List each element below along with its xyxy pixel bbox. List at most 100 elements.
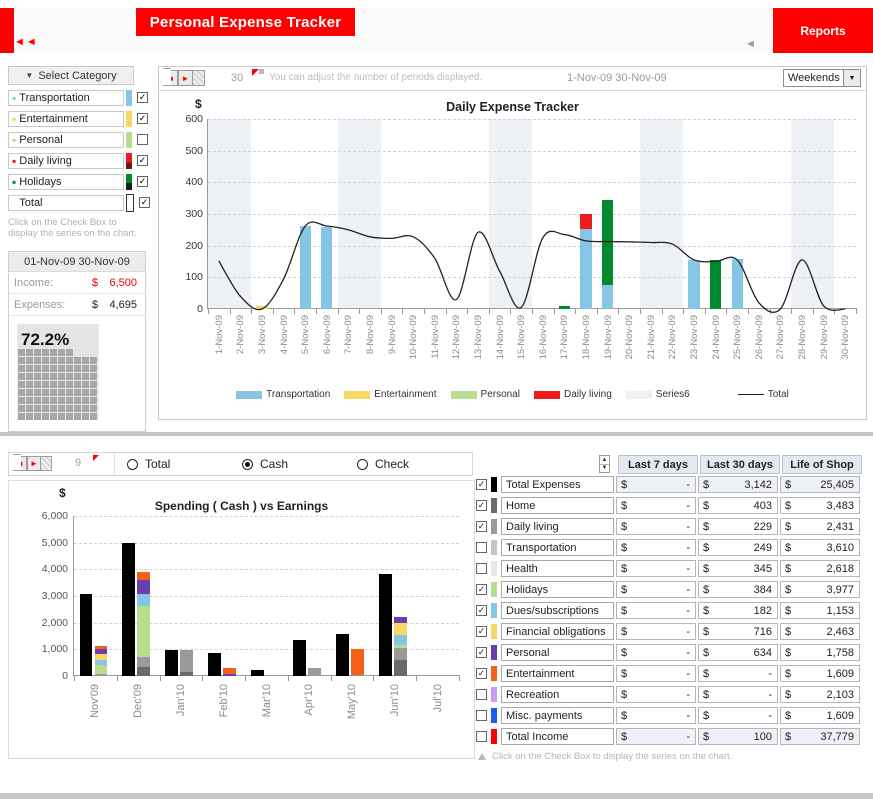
stepper-handle[interactable]: [13, 454, 21, 471]
table-row[interactable]: Recreation $ - $ - $2,103: [476, 684, 866, 705]
cell-life-of-shop: $37,779: [780, 728, 860, 745]
right-arrow-icon[interactable]: ►: [27, 456, 41, 471]
category-name-field[interactable]: ▪ Total: [8, 194, 124, 211]
row-scroll-spinner[interactable]: ▲ ▼: [599, 455, 610, 473]
row-label-field[interactable]: Transportation: [501, 539, 614, 556]
category-checkbox[interactable]: ✓: [139, 197, 150, 208]
down-arrow-icon[interactable]: ▼: [600, 465, 609, 473]
radio-check[interactable]: Check: [345, 457, 460, 471]
category-name-field[interactable]: ▪ Holidays: [8, 173, 124, 190]
bottom-periods-stepper[interactable]: ◄ ►: [13, 454, 52, 471]
radio-icon[interactable]: [127, 458, 138, 470]
reports-button[interactable]: Reports: [773, 8, 873, 53]
category-row[interactable]: ▪ Entertainment ✓: [8, 109, 153, 128]
cell-value: -: [686, 583, 690, 596]
row-checkbox[interactable]: [476, 542, 487, 553]
category-row[interactable]: ▪ Total ✓: [8, 193, 153, 212]
table-row[interactable]: Health $ - $345 $2,618: [476, 558, 866, 579]
category-checkbox[interactable]: [137, 134, 148, 145]
category-row[interactable]: ▪ Holidays ✓: [8, 172, 153, 191]
table-row[interactable]: Misc. payments $ - $ - $1,609: [476, 705, 866, 726]
row-label-field[interactable]: Misc. payments: [501, 707, 614, 724]
select-category-dropdown[interactable]: ▼ Select Category: [8, 66, 134, 85]
row-checkbox[interactable]: [476, 689, 487, 700]
category-label: Total: [19, 196, 43, 209]
row-checkbox[interactable]: ✓: [476, 626, 487, 637]
row-label-field[interactable]: Health: [501, 560, 614, 577]
table-row[interactable]: ✓ Home $ - $403 $3,483: [476, 495, 866, 516]
category-name-field[interactable]: ▪ Transportation: [8, 89, 124, 106]
row-label-field[interactable]: Dues/subscriptions: [501, 602, 614, 619]
row-checkbox[interactable]: [476, 731, 487, 742]
category-row[interactable]: ▪ Daily living ✓: [8, 151, 153, 170]
periods-stepper[interactable]: ◄ ►: [163, 68, 205, 86]
row-checkbox[interactable]: ✓: [476, 584, 487, 595]
table-row[interactable]: Transportation $ - $249 $3,610: [476, 537, 866, 558]
table-row[interactable]: ✓ Financial obligations $ - $716 $2,463: [476, 621, 866, 642]
table-row[interactable]: ✓ Total Expenses $ - $3,142 $25,405: [476, 474, 866, 495]
category-name-field[interactable]: ▪ Entertainment: [8, 110, 124, 127]
chevron-down-icon[interactable]: ▼: [843, 70, 860, 86]
gauge-cell: [42, 365, 49, 372]
row-label-field[interactable]: Holidays: [501, 581, 614, 598]
category-row[interactable]: ▪ Transportation ✓: [8, 88, 153, 107]
left-triangle-icon[interactable]: ◄: [745, 38, 756, 50]
row-checkbox[interactable]: ✓: [476, 479, 487, 490]
bullet-icon: ▪: [12, 132, 17, 147]
x-tick: [416, 676, 418, 681]
row-color-swatch: [491, 645, 497, 660]
row-label-field[interactable]: Personal: [501, 644, 614, 661]
panel-divider: [0, 432, 873, 436]
row-checkbox[interactable]: [476, 710, 487, 721]
category-name-field[interactable]: ▪ Personal: [8, 131, 124, 148]
stepper-track[interactable]: [193, 70, 205, 86]
row-label-field[interactable]: Financial obligations: [501, 623, 614, 640]
row-label-field[interactable]: Daily living: [501, 518, 614, 535]
gauge-cell: [18, 357, 25, 364]
row-checkbox[interactable]: ✓: [476, 605, 487, 616]
table-row[interactable]: ✓ Daily living $ - $229 $2,431: [476, 516, 866, 537]
double-left-arrow-icon[interactable]: ◄◄: [14, 36, 38, 48]
x-tick: [683, 309, 685, 314]
radio-icon[interactable]: [357, 458, 368, 470]
gauge-cell: [34, 373, 41, 380]
gauge-cell: [82, 413, 89, 420]
stepper-track[interactable]: [41, 456, 52, 471]
table-row[interactable]: ✓ Dues/subscriptions $ - $182 $1,153: [476, 600, 866, 621]
row-label-field[interactable]: Total Income: [501, 728, 614, 745]
gauge-cell: [34, 349, 41, 356]
table-row[interactable]: ✓ Holidays $ - $384 $3,977: [476, 579, 866, 600]
up-arrow-icon[interactable]: ▲: [600, 456, 609, 465]
currency-symbol: $: [703, 646, 710, 659]
row-label: Financial obligations: [506, 625, 606, 638]
category-row[interactable]: ▪ Personal: [8, 130, 153, 149]
category-label: Personal: [19, 133, 63, 146]
table-row[interactable]: Total Income $ - $100 $37,779: [476, 726, 866, 747]
expense-stack-segment: [94, 646, 108, 649]
row-label-field[interactable]: Home: [501, 497, 614, 514]
radio-total[interactable]: Total: [115, 457, 230, 471]
expense-stack-segment: [94, 648, 108, 655]
category-checkbox[interactable]: ✓: [137, 155, 148, 166]
row-checkbox[interactable]: ✓: [476, 521, 487, 532]
weekends-select[interactable]: Weekends ▼: [783, 69, 861, 87]
row-label-field[interactable]: Recreation: [501, 686, 614, 703]
radio-icon[interactable]: [242, 458, 253, 470]
row-checkbox[interactable]: ✓: [476, 668, 487, 679]
table-row[interactable]: ✓ Entertainment $ - $ - $1,609: [476, 663, 866, 684]
row-checkbox[interactable]: [476, 563, 487, 574]
radio-cash[interactable]: Cash: [230, 457, 345, 471]
row-checkbox[interactable]: ✓: [476, 647, 487, 658]
table-row[interactable]: ✓ Personal $ - $634 $1,758: [476, 642, 866, 663]
category-checkbox[interactable]: ✓: [137, 92, 148, 103]
row-checkbox[interactable]: ✓: [476, 500, 487, 511]
category-checkbox[interactable]: ✓: [137, 113, 148, 124]
category-checkbox[interactable]: ✓: [137, 176, 148, 187]
row-label-field[interactable]: Total Expenses: [501, 476, 614, 493]
right-arrow-icon[interactable]: ►: [178, 70, 193, 86]
stepper-handle[interactable]: [163, 68, 171, 86]
income-bar: [79, 593, 93, 676]
category-name-field[interactable]: ▪ Daily living: [8, 152, 124, 169]
bottom-divider: [0, 793, 873, 799]
row-label-field[interactable]: Entertainment: [501, 665, 614, 682]
